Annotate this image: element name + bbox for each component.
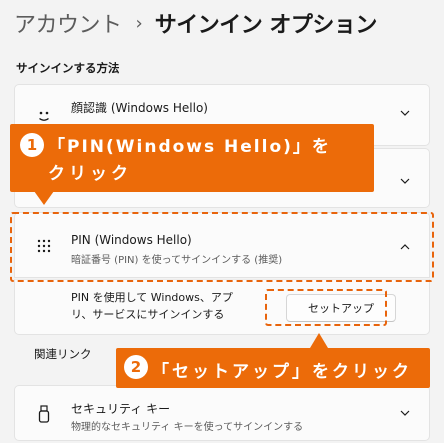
- page-title: サインイン オプション: [154, 13, 378, 38]
- callout-1-pointer: [34, 191, 54, 205]
- callout-1-line-1: 「PIN(Windows Hello)」を: [48, 137, 331, 157]
- chevron-down-icon[interactable]: [399, 107, 411, 119]
- breadcrumb-separator: ›: [135, 12, 143, 34]
- security-key-description: 物理的なセキュリティ キーを使ってサインインする: [71, 422, 304, 433]
- pin-setup-line-2: リ、サービスにサインインする: [71, 308, 225, 321]
- callout-1-line-2: クリック: [48, 164, 132, 184]
- step-number-2: 2: [124, 355, 148, 379]
- step-number-1: 1: [20, 133, 44, 157]
- chevron-down-icon[interactable]: [399, 407, 411, 419]
- related-links-label: 関連リンク: [34, 347, 92, 361]
- setup-highlight-box: [265, 289, 387, 326]
- section-title: サインインする方法: [16, 61, 120, 75]
- breadcrumb-parent-accounts[interactable]: アカウント: [14, 7, 122, 39]
- breadcrumb: アカウント › サインイン オプション: [14, 6, 377, 40]
- pin-setup-line-1: PIN を使用して Windows、アプ: [71, 291, 233, 304]
- chevron-down-icon[interactable]: [399, 175, 411, 187]
- pin-highlight-box: [10, 212, 434, 282]
- pin-setup-description: PIN を使用して Windows、アプ リ、サービスにサインインする: [71, 289, 261, 323]
- face-icon: [35, 107, 53, 125]
- usb-key-icon: [35, 405, 53, 423]
- callout-2-text: 「セットアップ」をクリック: [152, 362, 412, 382]
- callout-2-pointer: [310, 333, 328, 348]
- face-recognition-title: 顔認識 (Windows Hello): [71, 101, 208, 115]
- security-key-card[interactable]: セキュリティ キー 物理的なセキュリティ キーを使ってサインインする: [14, 385, 430, 441]
- callout-step-1: 1 「PIN(Windows Hello)」を クリック: [10, 124, 374, 192]
- security-key-title: セキュリティ キー: [71, 402, 171, 416]
- callout-step-2: 2 「セットアップ」をクリック: [116, 348, 430, 388]
